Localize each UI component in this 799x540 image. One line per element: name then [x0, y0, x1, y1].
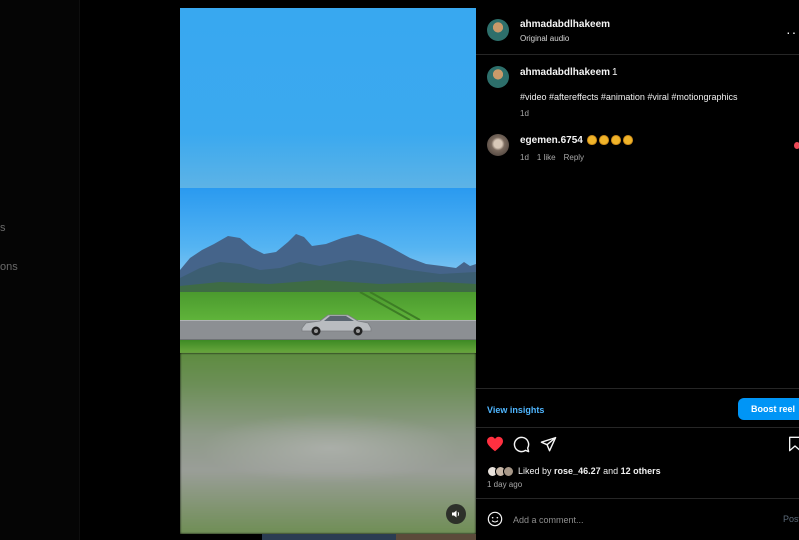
caption-timestamp: 1d	[520, 109, 529, 118]
mute-button[interactable]	[446, 504, 466, 524]
emoji-icon[interactable]	[487, 511, 503, 527]
reel-video[interactable]	[180, 8, 476, 534]
comment-meta: 1d 1 like Reply	[520, 153, 584, 162]
post-details-panel: ahmadabdlhakeem Original audio ··· ahmad…	[476, 8, 799, 540]
bookmark-icon[interactable]	[788, 436, 799, 452]
action-bar	[476, 434, 799, 460]
comment-composer: Post	[476, 498, 799, 540]
liked-by-row: Liked by rose_46.27 and 12 others	[487, 464, 661, 478]
author-username[interactable]: ahmadabdlhakeem	[520, 19, 610, 30]
audio-label[interactable]: Original audio	[520, 34, 569, 43]
insights-bar: View insights Boost reel	[476, 388, 799, 428]
caption-username[interactable]: ahmadabdlhakeem	[520, 67, 610, 78]
caption-number: 1	[612, 67, 618, 78]
comment-input[interactable]	[513, 512, 763, 528]
heart-filled-icon[interactable]	[486, 436, 504, 452]
clapping-hands-icon	[586, 135, 635, 145]
more-options-icon[interactable]: ···	[786, 24, 799, 40]
caption-avatar[interactable]	[487, 66, 509, 88]
video-landscape-scene	[180, 188, 476, 353]
liked-by-and: and	[603, 466, 619, 476]
author-avatar[interactable]	[487, 19, 509, 41]
post-time: 1 day ago	[487, 480, 523, 489]
video-blurred-area	[180, 353, 476, 534]
background-sidebar: s ons	[0, 0, 80, 540]
boost-reel-button[interactable]: Boost reel	[738, 398, 799, 420]
reply-button[interactable]: Reply	[564, 153, 584, 162]
comment-like-heart-icon[interactable]	[794, 142, 799, 149]
speaker-icon	[452, 510, 460, 518]
post-comment-button[interactable]: Post	[783, 514, 799, 524]
liked-by-others[interactable]: 12 others	[621, 466, 661, 476]
comment-timestamp: 1d	[520, 153, 529, 162]
commenter-avatar[interactable]	[487, 134, 509, 156]
sidebar-fragment: ons	[0, 261, 18, 273]
sidebar-fragment: s	[0, 222, 6, 234]
video-sky-top	[180, 8, 476, 188]
liked-by-prefix: Liked by	[518, 466, 552, 476]
share-icon[interactable]	[540, 436, 557, 452]
liked-by-user[interactable]: rose_46.27	[554, 466, 601, 476]
post-header: ahmadabdlhakeem Original audio ···	[476, 8, 799, 55]
comment-icon[interactable]	[513, 436, 530, 453]
liker-avatar	[503, 465, 514, 477]
car-graphic	[301, 314, 372, 336]
view-insights-link[interactable]: View insights	[487, 405, 544, 415]
commenter-username[interactable]: egemen.6754	[520, 135, 583, 146]
comment-like-count[interactable]: 1 like	[537, 153, 556, 162]
caption-text: #video #aftereffects #animation #viral #…	[520, 92, 738, 102]
mountains-graphic	[180, 234, 476, 296]
